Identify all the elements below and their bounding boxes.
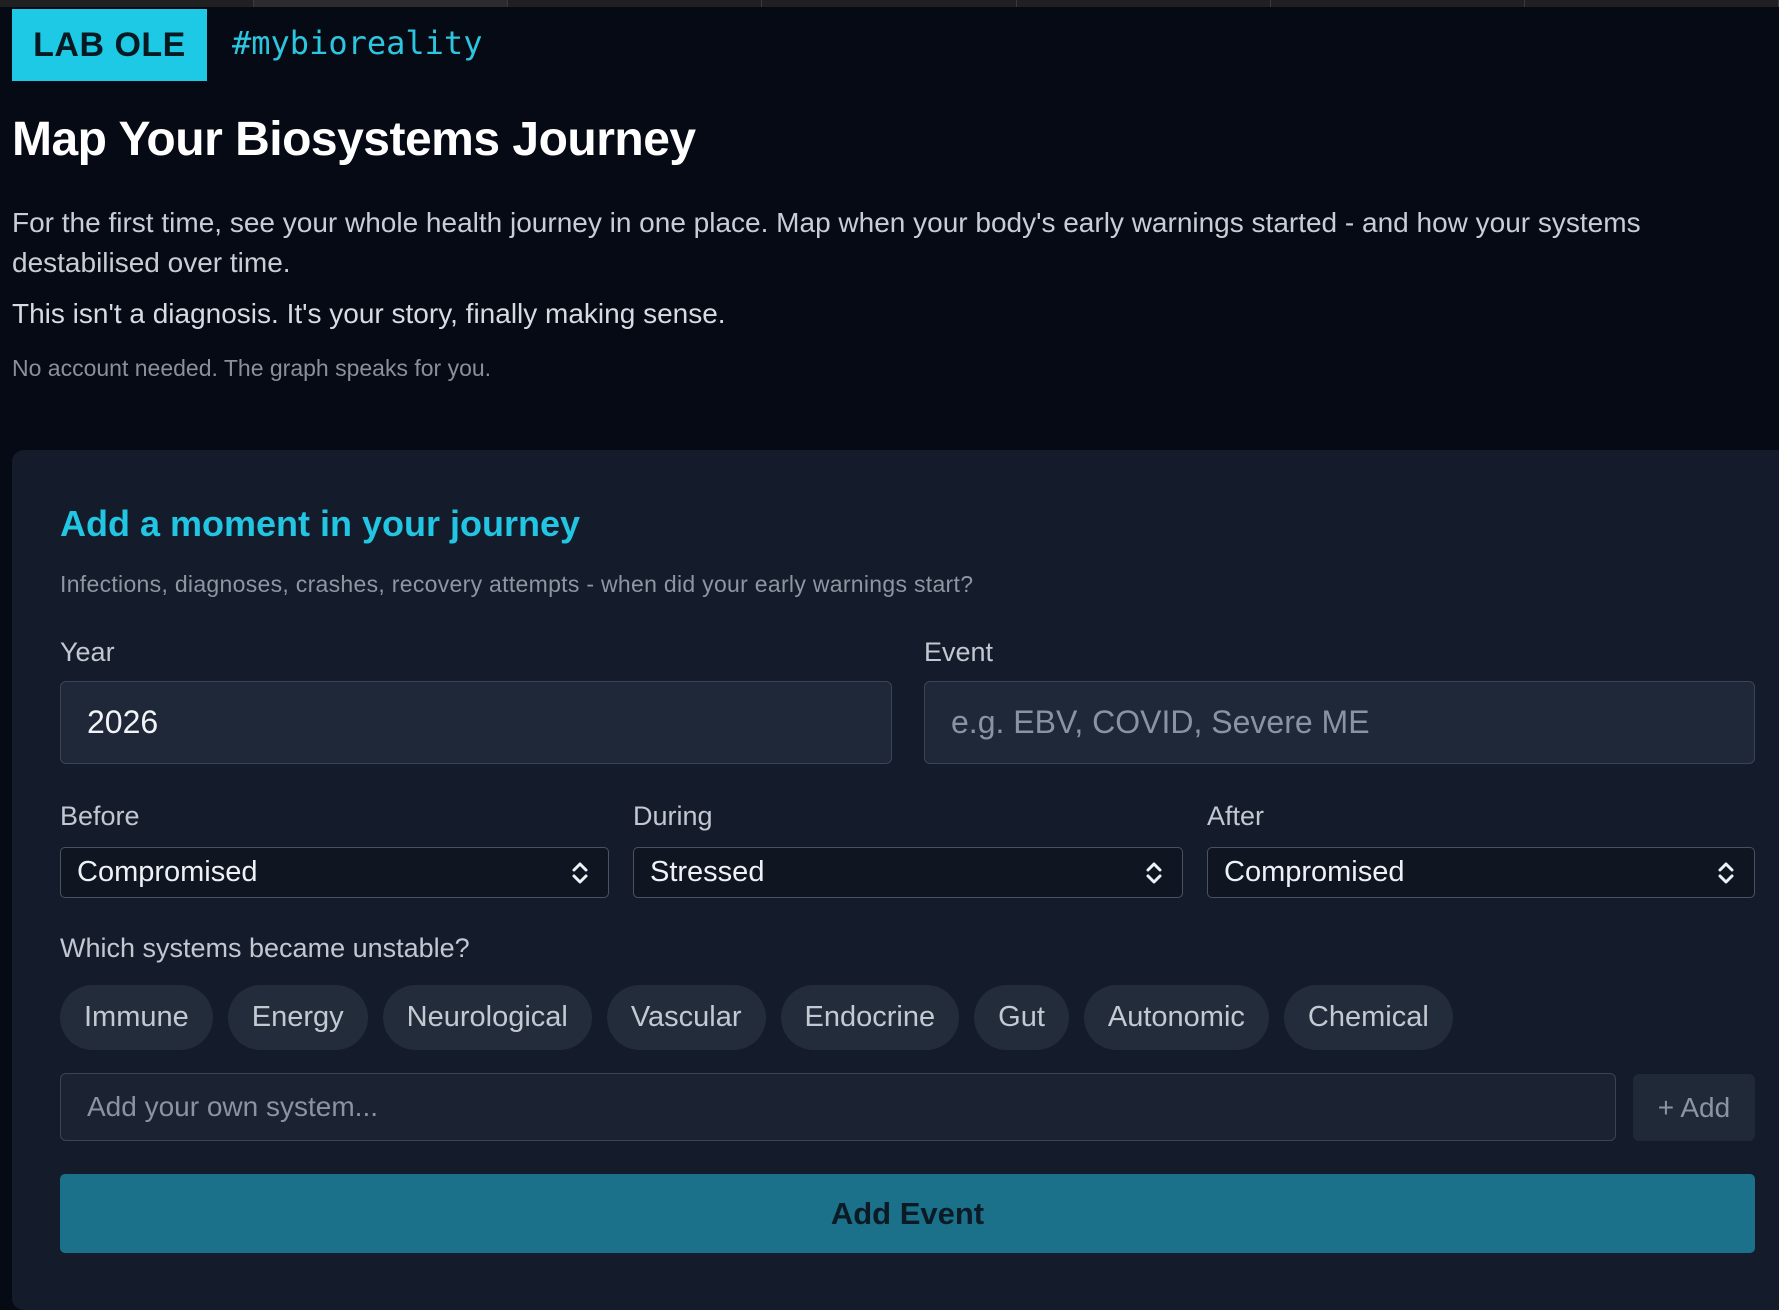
during-label: During [633,801,713,831]
browser-tab[interactable] [1270,0,1525,7]
before-select[interactable]: Compromised [60,847,609,898]
system-chip-endocrine[interactable]: Endocrine [780,985,960,1050]
system-chip-neurological[interactable]: Neurological [382,985,592,1050]
system-chip-autonomic[interactable]: Autonomic [1083,985,1269,1050]
system-chip-vascular[interactable]: Vascular [606,985,766,1050]
add-event-button[interactable]: Add Event [60,1174,1755,1253]
form-subtitle: Infections, diagnoses, crashes, recovery… [60,571,974,597]
after-select-value: Compromised [1224,856,1405,888]
during-select[interactable]: Stressed [633,847,1183,898]
during-select-value: Stressed [650,856,765,888]
event-label: Event [924,637,994,667]
page-title: Map Your Biosystems Journey [12,113,696,166]
system-chip-immune[interactable]: Immune [60,985,213,1050]
add-system-button[interactable]: + Add [1633,1074,1755,1141]
hashtag-label: #mybioreality [232,24,483,62]
system-chip-gut[interactable]: Gut [974,985,1069,1050]
year-input[interactable] [60,681,892,764]
system-chip-energy[interactable]: Energy [227,985,368,1050]
chevron-up-down-icon [568,858,592,888]
browser-tab[interactable] [508,0,763,7]
system-chip-chemical[interactable]: Chemical [1283,985,1453,1050]
account-note: No account needed. The graph speaks for … [12,355,492,381]
custom-system-input[interactable] [60,1073,1616,1141]
intro-paragraph: For the first time, see your whole healt… [12,207,1641,278]
browser-tab-strip [0,0,1779,7]
browser-tab[interactable] [1016,0,1271,7]
browser-tab[interactable] [0,0,255,7]
event-input[interactable] [924,681,1755,764]
year-label: Year [60,637,115,667]
form-title: Add a moment in your journey [60,503,581,544]
browser-tab[interactable] [762,0,1017,7]
chevron-up-down-icon [1142,858,1166,888]
after-select[interactable]: Compromised [1207,847,1755,898]
browser-tab[interactable] [1524,0,1779,7]
system-chip-group: Immune Energy Neurological Vascular Endo… [60,985,1453,1050]
chevron-up-down-icon [1714,858,1738,888]
systems-label: Which systems became unstable? [60,933,470,963]
before-select-value: Compromised [77,856,258,888]
browser-tab[interactable] [254,0,509,7]
after-label: After [1207,801,1265,831]
brand-logo[interactable]: LAB OLE [12,9,207,81]
intro-tagline: This isn't a diagnosis. It's your story,… [12,298,726,329]
before-label: Before [60,801,140,831]
